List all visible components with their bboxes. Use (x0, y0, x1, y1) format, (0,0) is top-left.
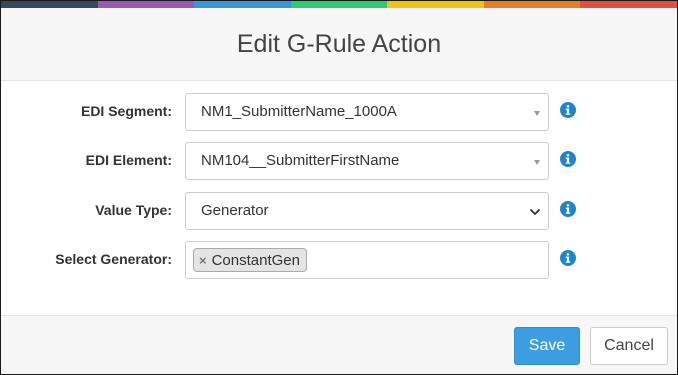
edi-segment-select[interactable]: NM1_SubmitterName_1000A (185, 93, 549, 131)
select-generator-multiselect[interactable]: × ConstantGen (185, 241, 549, 279)
select-generator-label: Select Generator: (55, 251, 172, 267)
color-bar-segment (97, 1, 195, 8)
dialog-header: Edit G-Rule Action (1, 8, 677, 81)
chevron-down-icon (530, 209, 540, 215)
value-type-select[interactable]: Generator (185, 192, 549, 230)
color-bar-segment (483, 1, 581, 8)
selected-generator-label: ConstantGen (211, 251, 300, 269)
color-bar-segment (1, 1, 98, 8)
value-type-label: Value Type: (95, 202, 172, 218)
edi-segment-row: EDI Segment: NM1_SubmitterName_1000A (1, 93, 677, 131)
dropdown-caret-icon (534, 160, 540, 165)
dropdown-caret-icon (534, 111, 540, 116)
header-color-bar (1, 1, 677, 8)
cancel-button[interactable]: Cancel (590, 327, 668, 365)
color-bar-segment (290, 1, 388, 8)
color-bar-segment (580, 1, 677, 8)
dialog-footer: Save Cancel (1, 315, 677, 374)
edi-element-row: EDI Element: NM104__SubmitterFirstName (1, 142, 677, 180)
value-type-row: Value Type: Generator (1, 192, 677, 230)
info-icon[interactable] (560, 151, 576, 167)
edi-segment-label: EDI Segment: (80, 103, 172, 119)
dialog-title: Edit G-Rule Action (236, 29, 442, 58)
select-generator-row: Select Generator: × ConstantGen (1, 241, 677, 279)
edi-element-value: NM104__SubmitterFirstName (201, 152, 400, 169)
info-icon[interactable] (560, 102, 576, 118)
color-bar-segment (194, 1, 291, 8)
edi-element-label: EDI Element: (85, 152, 172, 168)
edit-grule-action-dialog: Edit G-Rule Action EDI Segment: NM1_Subm… (0, 0, 678, 375)
selected-generator-tag: × ConstantGen (193, 248, 307, 272)
save-button[interactable]: Save (514, 327, 580, 365)
color-bar-segment (387, 1, 484, 8)
info-icon[interactable] (560, 201, 576, 217)
info-icon[interactable] (560, 250, 576, 266)
dialog-body: EDI Segment: NM1_SubmitterName_1000A EDI… (1, 81, 677, 315)
remove-tag-icon[interactable]: × (199, 254, 207, 267)
value-type-value: Generator (201, 202, 269, 219)
edi-segment-value: NM1_SubmitterName_1000A (201, 103, 397, 120)
edi-element-select[interactable]: NM104__SubmitterFirstName (185, 142, 549, 180)
